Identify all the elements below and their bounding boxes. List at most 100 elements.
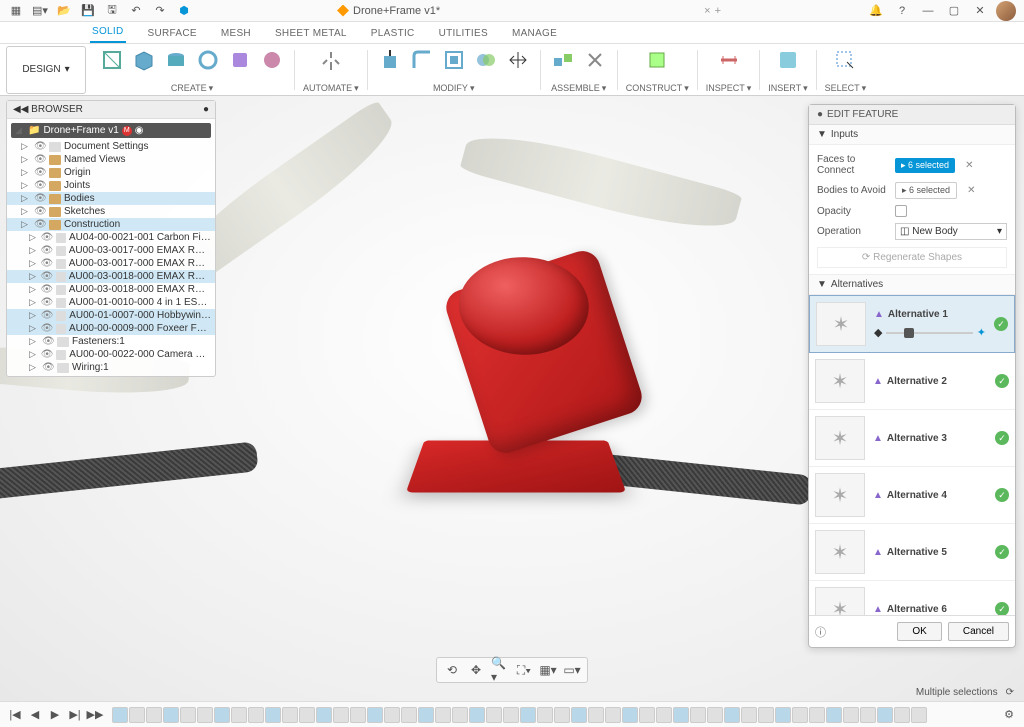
- alternative-row[interactable]: ✶▲ Alternative 5✓: [809, 524, 1015, 581]
- timeline-prev-icon[interactable]: ◀: [26, 706, 44, 724]
- timeline-feature[interactable]: [894, 707, 910, 723]
- tab-solid[interactable]: SOLID: [90, 22, 126, 43]
- generative-icon[interactable]: [258, 46, 286, 74]
- faces-clear-icon[interactable]: ✕: [961, 160, 977, 171]
- timeline-feature[interactable]: [741, 707, 757, 723]
- orbit-icon[interactable]: ⟲: [443, 661, 461, 679]
- view-icon[interactable]: ▭▾: [563, 661, 581, 679]
- browser-settings-icon[interactable]: ●: [203, 104, 209, 115]
- insert-icon[interactable]: [774, 46, 802, 74]
- open-icon[interactable]: 📂: [56, 3, 72, 19]
- revolve-icon[interactable]: [194, 46, 222, 74]
- collapse-icon[interactable]: ◀◀: [13, 104, 28, 115]
- alternatives-section-header[interactable]: ▼ Alternatives: [809, 275, 1015, 295]
- user-avatar[interactable]: [996, 1, 1016, 21]
- alternative-row[interactable]: ✶▲ Alternative 6✓: [809, 581, 1015, 615]
- timeline-feature[interactable]: [707, 707, 723, 723]
- opacity-toggle[interactable]: [895, 205, 907, 217]
- inputs-section-header[interactable]: ▼ Inputs: [809, 125, 1015, 145]
- timeline-feature[interactable]: [129, 707, 145, 723]
- tree-item[interactable]: ▷👁Sketches: [7, 205, 215, 218]
- form-icon[interactable]: [226, 46, 254, 74]
- timeline-feature[interactable]: [248, 707, 264, 723]
- tree-item[interactable]: ▷👁AU00-00-0022-000 Camera Mount...: [7, 348, 215, 361]
- help-icon[interactable]: ?: [892, 1, 912, 21]
- timeline-feature[interactable]: [350, 707, 366, 723]
- fillet-icon[interactable]: [408, 46, 436, 74]
- timeline-feature[interactable]: [860, 707, 876, 723]
- create-group-label[interactable]: CREATE▾: [171, 83, 213, 96]
- tab-sheetmetal[interactable]: SHEET METAL: [273, 24, 349, 43]
- alternative-row[interactable]: ✶▲ Alternative 3✓: [809, 410, 1015, 467]
- presspull-icon[interactable]: [376, 46, 404, 74]
- tab-surface[interactable]: SURFACE: [146, 24, 199, 43]
- timeline-next-icon[interactable]: ▶|: [66, 706, 84, 724]
- select-icon[interactable]: [831, 46, 859, 74]
- ok-button[interactable]: OK: [897, 622, 941, 641]
- tree-item[interactable]: ▷👁Construction: [7, 218, 215, 231]
- browser-header[interactable]: ◀◀ BROWSER ●: [7, 101, 215, 119]
- timeline-feature[interactable]: [418, 707, 434, 723]
- tab-mesh[interactable]: MESH: [219, 24, 253, 43]
- timeline-feature[interactable]: [792, 707, 808, 723]
- tree-item[interactable]: ▷👁AU00-03-0017-000 EMAX RSII-220...: [7, 257, 215, 270]
- notification-icon[interactable]: 🔔: [866, 1, 886, 21]
- timeline-feature[interactable]: [146, 707, 162, 723]
- timeline-feature[interactable]: [486, 707, 502, 723]
- display-icon[interactable]: ▦▾: [539, 661, 557, 679]
- close-window-icon[interactable]: ✕: [970, 1, 990, 21]
- tree-item[interactable]: ▷👁AU00-03-0017-000 EMAX RSII-220...: [7, 244, 215, 257]
- timeline-feature[interactable]: [435, 707, 451, 723]
- timeline-feature[interactable]: [588, 707, 604, 723]
- bodies-selection-chip[interactable]: ▸ 6 selected: [895, 182, 957, 199]
- timeline-feature[interactable]: [911, 707, 927, 723]
- joint-icon[interactable]: [581, 46, 609, 74]
- tree-item[interactable]: ▷👁AU04-00-0021-001 Carbon Fiber C...: [7, 231, 215, 244]
- info-icon[interactable]: ⓘ: [815, 624, 826, 640]
- timeline-feature[interactable]: [163, 707, 179, 723]
- sketch-icon[interactable]: [98, 46, 126, 74]
- timeline-feature[interactable]: [333, 707, 349, 723]
- timeline-play-icon[interactable]: ▶: [46, 706, 64, 724]
- timeline-feature[interactable]: [231, 707, 247, 723]
- combine-icon[interactable]: [472, 46, 500, 74]
- tab-utilities[interactable]: UTILITIES: [437, 24, 490, 43]
- timeline-feature[interactable]: [367, 707, 383, 723]
- shell-icon[interactable]: [440, 46, 468, 74]
- tree-item[interactable]: ▷👁AU00-03-0018-000 EMAX RSII-220...: [7, 270, 215, 283]
- tree-item[interactable]: ▷👁Fasteners:1: [7, 335, 215, 348]
- tab-close-icon[interactable]: ×: [704, 5, 710, 17]
- operation-select[interactable]: ◫ New Body▾: [895, 223, 1007, 240]
- timeline-feature[interactable]: [775, 707, 791, 723]
- box-icon[interactable]: [130, 46, 158, 74]
- timeline-feature[interactable]: [265, 707, 281, 723]
- pan-icon[interactable]: ✥: [467, 661, 485, 679]
- move-icon[interactable]: [504, 46, 532, 74]
- workspace-switcher[interactable]: DESIGN▾: [6, 46, 86, 94]
- regenerate-button[interactable]: ⟳ Regenerate Shapes: [817, 247, 1007, 268]
- tree-item[interactable]: ▷👁Joints: [7, 179, 215, 192]
- alternative-row[interactable]: ✶▲ Alternative 1◆✦✓: [809, 295, 1015, 353]
- timeline-feature[interactable]: [401, 707, 417, 723]
- variation-slider[interactable]: ◆✦: [874, 326, 986, 339]
- timeline-feature[interactable]: [469, 707, 485, 723]
- tree-item[interactable]: ▷👁AU00-00-0009-000 Foxeer FPV Ca...: [7, 322, 215, 335]
- tree-root[interactable]: ◢📁Drone+Frame v1 M ◉: [11, 123, 211, 138]
- assemble-group-label[interactable]: ASSEMBLE▾: [551, 83, 606, 96]
- tab-manage[interactable]: MANAGE: [510, 24, 559, 43]
- tree-item[interactable]: ▷👁Named Views: [7, 153, 215, 166]
- timeline-settings-icon[interactable]: ⚙: [1000, 706, 1018, 724]
- timeline-feature[interactable]: [503, 707, 519, 723]
- alternative-row[interactable]: ✶▲ Alternative 2✓: [809, 353, 1015, 410]
- inspect-icon[interactable]: [715, 46, 743, 74]
- timeline-feature[interactable]: [809, 707, 825, 723]
- inspect-group-label[interactable]: INSPECT▾: [706, 83, 752, 96]
- undo-icon[interactable]: ↶: [128, 3, 144, 19]
- tree-item[interactable]: ▷👁Wiring:1: [7, 361, 215, 374]
- minimize-icon[interactable]: —: [918, 1, 938, 21]
- timeline-feature[interactable]: [877, 707, 893, 723]
- timeline-feature[interactable]: [656, 707, 672, 723]
- timeline-end-icon[interactable]: ▶▶: [86, 706, 104, 724]
- timeline-feature[interactable]: [622, 707, 638, 723]
- timeline-feature[interactable]: [843, 707, 859, 723]
